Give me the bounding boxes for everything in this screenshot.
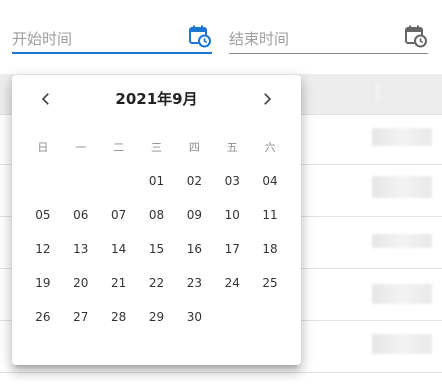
day-cell[interactable]: 05 bbox=[24, 198, 62, 232]
day-cell[interactable]: 01 bbox=[138, 164, 176, 198]
day-cell[interactable]: 19 bbox=[24, 266, 62, 300]
day-cell[interactable]: 10 bbox=[213, 198, 251, 232]
day-cell[interactable]: 23 bbox=[175, 266, 213, 300]
empty-day-cell bbox=[24, 164, 62, 198]
weekday-label: 日 bbox=[37, 141, 49, 154]
calendar-week: 05 06 07 08 09 10 11 bbox=[24, 198, 289, 232]
calendar-week: 12 13 14 15 16 17 18 bbox=[24, 232, 289, 266]
day-cell[interactable]: 11 bbox=[251, 198, 289, 232]
day-cell[interactable]: 12 bbox=[24, 232, 62, 266]
day-cell[interactable]: 15 bbox=[138, 232, 176, 266]
day-cell[interactable]: 17 bbox=[213, 232, 251, 266]
day-cell[interactable]: 20 bbox=[62, 266, 100, 300]
calendar-week: 19 20 21 22 23 24 25 bbox=[24, 266, 289, 300]
day-cell[interactable]: 25 bbox=[251, 266, 289, 300]
row-divider bbox=[0, 372, 442, 373]
blurred-header-cell bbox=[372, 84, 384, 102]
day-cell[interactable]: 04 bbox=[251, 164, 289, 198]
empty-day-cell bbox=[62, 164, 100, 198]
day-cell[interactable]: 08 bbox=[138, 198, 176, 232]
end-date-underline bbox=[229, 53, 428, 54]
weekday-label: 三 bbox=[150, 141, 162, 154]
day-cell[interactable]: 09 bbox=[175, 198, 213, 232]
start-date-placeholder: 开始时间 bbox=[12, 30, 73, 48]
weekday-label: 六 bbox=[264, 141, 276, 154]
day-cell[interactable]: 02 bbox=[175, 164, 213, 198]
day-cell[interactable]: 27 bbox=[62, 300, 100, 334]
day-cell[interactable]: 16 bbox=[175, 232, 213, 266]
weekday-label: 一 bbox=[75, 141, 87, 154]
weekday-label: 四 bbox=[188, 141, 200, 154]
calendar-week: 26 27 28 29 30 bbox=[24, 300, 289, 334]
end-date-placeholder: 结束时间 bbox=[229, 30, 290, 48]
next-month-button[interactable] bbox=[255, 87, 279, 111]
start-date-field[interactable]: 开始时间 bbox=[12, 20, 212, 54]
blurred-cell bbox=[372, 128, 432, 146]
calendar-clock-icon[interactable] bbox=[188, 24, 212, 48]
calendar-clock-icon[interactable] bbox=[404, 24, 428, 48]
blurred-cell bbox=[372, 234, 432, 248]
day-cell[interactable]: 03 bbox=[213, 164, 251, 198]
day-cell[interactable]: 22 bbox=[138, 266, 176, 300]
day-cell[interactable]: 29 bbox=[138, 300, 176, 334]
start-date-underline bbox=[12, 52, 212, 54]
blurred-cell bbox=[372, 334, 432, 354]
day-cell[interactable]: 28 bbox=[100, 300, 138, 334]
chevron-right-icon bbox=[264, 93, 272, 105]
day-cell[interactable]: 13 bbox=[62, 232, 100, 266]
day-cell[interactable]: 21 bbox=[100, 266, 138, 300]
blurred-cell bbox=[372, 284, 432, 304]
calendar-week: 01 02 03 04 bbox=[24, 164, 289, 198]
day-cell[interactable]: 30 bbox=[175, 300, 213, 334]
day-cell[interactable]: 26 bbox=[24, 300, 62, 334]
day-cell[interactable]: 07 bbox=[100, 198, 138, 232]
empty-day-cell bbox=[213, 300, 251, 334]
empty-day-cell bbox=[251, 300, 289, 334]
weekday-header: 日 一 二 三 四 五 六 bbox=[24, 130, 289, 164]
end-date-field[interactable]: 结束时间 bbox=[229, 20, 428, 54]
weekday-label: 二 bbox=[113, 141, 125, 154]
day-cell[interactable]: 24 bbox=[213, 266, 251, 300]
day-cell[interactable]: 14 bbox=[100, 232, 138, 266]
weekday-label: 五 bbox=[226, 141, 238, 154]
day-cell[interactable]: 18 bbox=[251, 232, 289, 266]
date-picker-popup: 2021年9月 日 一 二 三 四 五 六 01 02 03 04 05 06 … bbox=[12, 75, 301, 365]
blurred-cell bbox=[372, 176, 432, 198]
empty-day-cell bbox=[100, 164, 138, 198]
day-cell[interactable]: 06 bbox=[62, 198, 100, 232]
